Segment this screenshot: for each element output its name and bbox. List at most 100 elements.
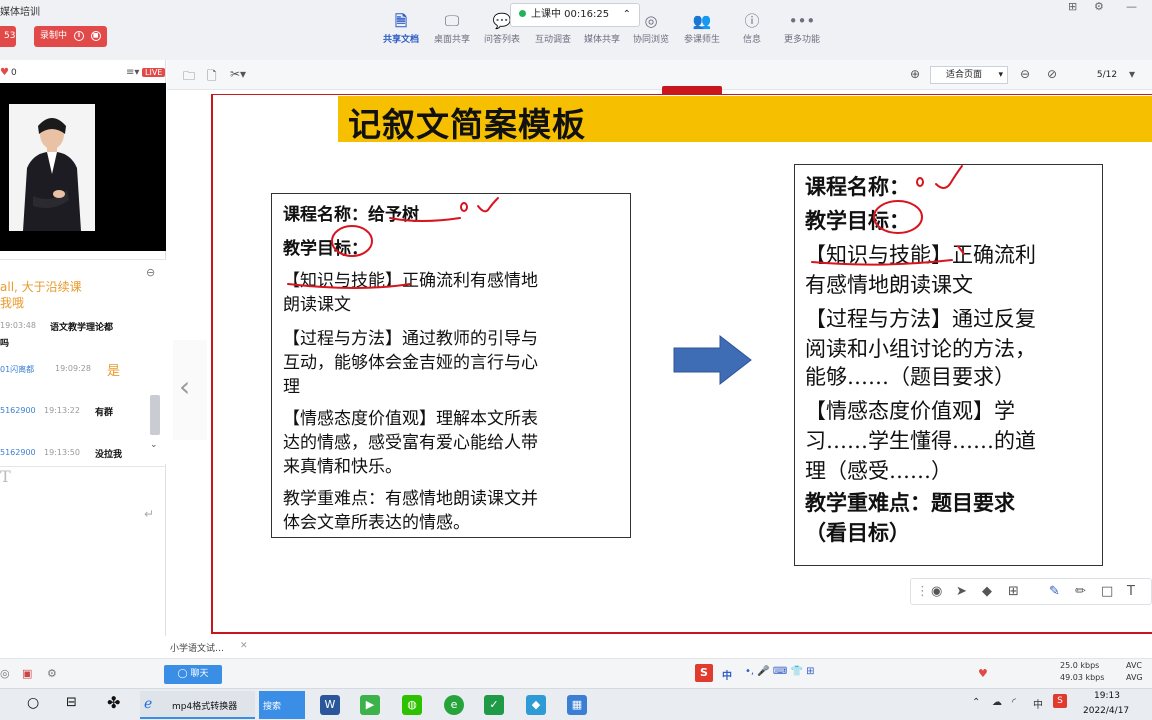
- like-count: 0: [11, 68, 17, 78]
- recording-label: 录制中: [40, 31, 68, 41]
- stop-icon[interactable]: ■: [90, 30, 101, 41]
- chat-user[interactable]: 5162900: [0, 448, 36, 457]
- recording-button[interactable]: 录制中 Ⅱ ■: [34, 26, 107, 47]
- taskbar-app-converter[interactable]: ℯ mp4格式转换器: [140, 691, 255, 719]
- wifi-icon[interactable]: ◜: [1012, 697, 1016, 708]
- tool-label: 信息: [742, 35, 761, 45]
- settings-icon[interactable]: ⚙: [47, 667, 57, 680]
- tool-shared-document[interactable]: 🗎 共享文档: [375, 10, 427, 45]
- chat-user[interactable]: 5162900: [0, 406, 36, 415]
- record-icon[interactable]: ◉: [931, 584, 942, 599]
- pause-icon[interactable]: Ⅱ: [73, 30, 84, 41]
- tool-participants[interactable]: 👥 参课师生: [676, 10, 728, 45]
- tool-label: 互动调查: [534, 35, 571, 45]
- document-icon: 🗎: [394, 12, 408, 30]
- chevron-up-icon[interactable]: ⌃: [623, 4, 631, 26]
- tool-more[interactable]: ••• 更多功能: [776, 10, 828, 45]
- pointer-icon[interactable]: ➤: [956, 584, 967, 599]
- tool-desktop-share[interactable]: 🖵 桌面共享: [426, 10, 478, 45]
- zoom-out-icon[interactable]: ⊖: [1020, 67, 1030, 81]
- excel-icon[interactable]: ✓: [484, 695, 504, 715]
- eraser-icon[interactable]: ◆: [982, 584, 992, 599]
- chat-user[interactable]: 01闪离都: [0, 364, 34, 375]
- send-icon[interactable]: ↵: [144, 507, 154, 521]
- pen-icon[interactable]: ✏: [1075, 584, 1086, 599]
- heart-icon[interactable]: ♥: [978, 667, 988, 680]
- settings-icon[interactable]: ⚙: [1094, 0, 1104, 13]
- zoom-select[interactable]: 适合页面 ▾: [930, 66, 1008, 84]
- zoom-in-icon[interactable]: ⊕: [910, 67, 920, 81]
- chat-input[interactable]: T ↵: [0, 466, 166, 534]
- process-line: 理: [283, 377, 300, 397]
- info-icon: ⓘ: [744, 12, 760, 30]
- text-tool-icon[interactable]: T: [1127, 584, 1135, 599]
- screenshot-icon[interactable]: ▦: [567, 695, 587, 715]
- ime-tools-icon[interactable]: •, 🎤 ⌨ 👕 ⊞: [745, 666, 815, 677]
- page-indicator[interactable]: 5/12: [1068, 66, 1146, 84]
- mic-icon[interactable]: ◎: [0, 667, 10, 680]
- taskbar-app-label: 搜索: [263, 702, 282, 712]
- rectangle-icon[interactable]: □: [1101, 584, 1113, 599]
- minimize-icon[interactable]: —: [1126, 0, 1137, 13]
- recording-count-badge[interactable]: 53: [0, 26, 16, 47]
- sogou-ime-icon[interactable]: S: [695, 664, 713, 682]
- key-point-line: 教学重难点：有感情地朗读课文并: [283, 489, 538, 509]
- chevron-left-icon[interactable]: ‹: [179, 370, 190, 403]
- taskbar-app-search[interactable]: 搜索: [259, 691, 305, 719]
- chat-button-label: 聊天: [190, 669, 209, 679]
- tool-label: 问答列表: [483, 35, 520, 45]
- open-folder-icon[interactable]: 🗀: [183, 67, 195, 88]
- teacher-video[interactable]: [0, 83, 166, 251]
- tool-info[interactable]: ⓘ 信息: [726, 10, 778, 45]
- pinwheel-app-icon[interactable]: ✤: [107, 693, 120, 712]
- sogou-tray-icon[interactable]: S: [1053, 694, 1067, 708]
- edge-icon: ℯ: [144, 696, 153, 712]
- people-icon: 👥: [692, 12, 712, 30]
- right-arrow-icon: [673, 334, 752, 386]
- word-icon[interactable]: W: [320, 695, 340, 715]
- lesson-plan-template-box: 课程名称： 教学目标： 【知识与技能】正确流利 有感情地朗读课文 【过程与方法】…: [794, 164, 1103, 566]
- live-badge: LIVE: [142, 68, 166, 77]
- class-timer[interactable]: 上课中 00:16:25 ⌃: [510, 3, 640, 27]
- task-view-icon[interactable]: ⊟: [66, 695, 77, 710]
- stamp-icon[interactable]: ⊞: [1008, 584, 1019, 599]
- drag-handle-icon[interactable]: ⋮: [916, 584, 929, 599]
- app-icon[interactable]: ◆: [526, 695, 546, 715]
- goal-heading: 教学目标：: [805, 208, 910, 233]
- chat-button[interactable]: ◯ 聊天: [164, 665, 222, 684]
- ime-mode[interactable]: 中: [722, 667, 732, 682]
- emotion-line: 来真情和快乐。: [283, 457, 402, 477]
- course-name: 课程名称：给予树: [283, 205, 419, 225]
- course-name: 课程名称：: [805, 174, 910, 199]
- previous-page-icon[interactable]: ⊘: [1047, 67, 1057, 81]
- browser-icon[interactable]: e: [444, 695, 464, 715]
- document-tab[interactable]: 小学语文试…: [170, 641, 224, 654]
- tray-app-icon[interactable]: ☁: [992, 697, 1002, 708]
- key-point-line: 教学重难点：题目要求: [805, 490, 1015, 515]
- highlighter-icon[interactable]: ✎: [1049, 584, 1060, 599]
- player-icon[interactable]: ▶: [360, 695, 380, 715]
- heart-icon[interactable]: ♥: [0, 67, 9, 78]
- upload-speed: 25.0 kbps: [1060, 661, 1100, 670]
- live-status-dot: [519, 10, 526, 17]
- scissors-icon[interactable]: ✂▾: [230, 67, 246, 81]
- slide-tab-marker: [662, 86, 722, 95]
- clock-time[interactable]: 19:13: [1094, 691, 1120, 701]
- search-icon[interactable]: ○: [27, 695, 39, 711]
- prev-slide-area[interactable]: ‹: [173, 340, 207, 440]
- close-tab-icon[interactable]: ✕: [240, 641, 248, 651]
- teacher-photo: [9, 104, 95, 231]
- tray-chevron-icon[interactable]: ⌃: [972, 697, 980, 708]
- chat-scrollbar[interactable]: [150, 395, 160, 435]
- layout-icon[interactable]: ⊞: [1068, 0, 1077, 13]
- file-icon[interactable]: 🗋: [207, 67, 217, 88]
- menu-icon[interactable]: ≡▾: [126, 67, 139, 78]
- key-point-line: 体会文章所表达的情感。: [283, 513, 470, 533]
- scroll-down-icon[interactable]: ⌄: [150, 440, 158, 450]
- collapse-icon[interactable]: ⊖: [146, 266, 155, 279]
- camera-icon[interactable]: ▣: [22, 667, 32, 680]
- document-tab-strip: 小学语文试… ✕: [0, 636, 1152, 658]
- taskbar-ime[interactable]: 中: [1033, 696, 1043, 711]
- clock-date[interactable]: 2022/4/17: [1083, 706, 1129, 716]
- wechat-icon[interactable]: ◍: [402, 695, 422, 715]
